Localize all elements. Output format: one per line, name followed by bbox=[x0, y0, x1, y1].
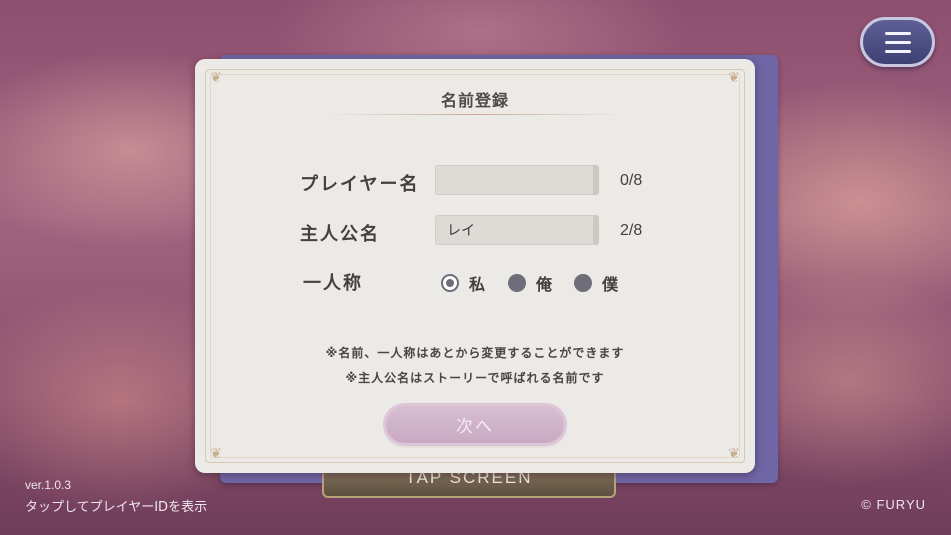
hamburger-menu-icon bbox=[884, 31, 911, 35]
pronoun-option-label: 俺 bbox=[536, 275, 553, 294]
note-change-later: ※名前、一人称はあとから変更することができます bbox=[325, 346, 625, 360]
menu-button[interactable] bbox=[860, 17, 935, 67]
player-name-counter: 0/8 bbox=[620, 172, 643, 189]
name-registration-dialog: ❦ ❦ ❦ ❦ 名前登録 プレイヤー名 0/8 主人公名 2/8 一人称 私 俺… bbox=[195, 59, 755, 473]
radio-selected-icon[interactable] bbox=[441, 274, 459, 292]
version-text: ver.1.0.3 bbox=[25, 478, 72, 492]
corner-ornament-icon: ❦ bbox=[210, 70, 222, 86]
dialog-frame-inner bbox=[210, 74, 740, 458]
show-player-id-link[interactable]: タップしてプレイヤーIDを表示 bbox=[25, 496, 207, 515]
radio-unselected-icon[interactable] bbox=[574, 274, 592, 292]
hero-name-counter: 2/8 bbox=[620, 222, 643, 239]
corner-ornament-icon: ❦ bbox=[210, 446, 222, 462]
note-hero-name: ※主人公名はストーリーで呼ばれる名前です bbox=[345, 371, 605, 385]
dialog-frame bbox=[205, 69, 745, 463]
pronoun-option-ore[interactable]: 俺 bbox=[508, 271, 552, 295]
hamburger-menu-icon bbox=[884, 40, 911, 44]
corner-ornament-icon: ❦ bbox=[728, 446, 740, 462]
title-divider bbox=[325, 114, 625, 115]
player-name-input-cap bbox=[593, 165, 599, 195]
copyright-text: © FURYU bbox=[861, 497, 926, 512]
corner-ornament-icon: ❦ bbox=[728, 70, 740, 86]
pronoun-option-boku[interactable]: 僕 bbox=[574, 271, 618, 295]
pronoun-label: 一人称 bbox=[303, 273, 363, 294]
hero-name-input-cap bbox=[593, 215, 599, 245]
dialog-title: 名前登録 bbox=[440, 91, 509, 110]
hamburger-menu-icon bbox=[884, 49, 911, 53]
radio-unselected-icon[interactable] bbox=[508, 274, 526, 292]
player-name-label: プレイヤー名 bbox=[300, 174, 420, 195]
next-button[interactable]: 次へ bbox=[386, 406, 564, 443]
pronoun-option-watashi[interactable]: 私 bbox=[441, 271, 485, 295]
hero-name-input[interactable] bbox=[435, 215, 599, 245]
player-name-input[interactable] bbox=[435, 165, 599, 195]
hero-name-label: 主人公名 bbox=[300, 224, 380, 245]
pronoun-option-label: 僕 bbox=[602, 275, 619, 294]
pronoun-option-label: 私 bbox=[469, 275, 486, 294]
